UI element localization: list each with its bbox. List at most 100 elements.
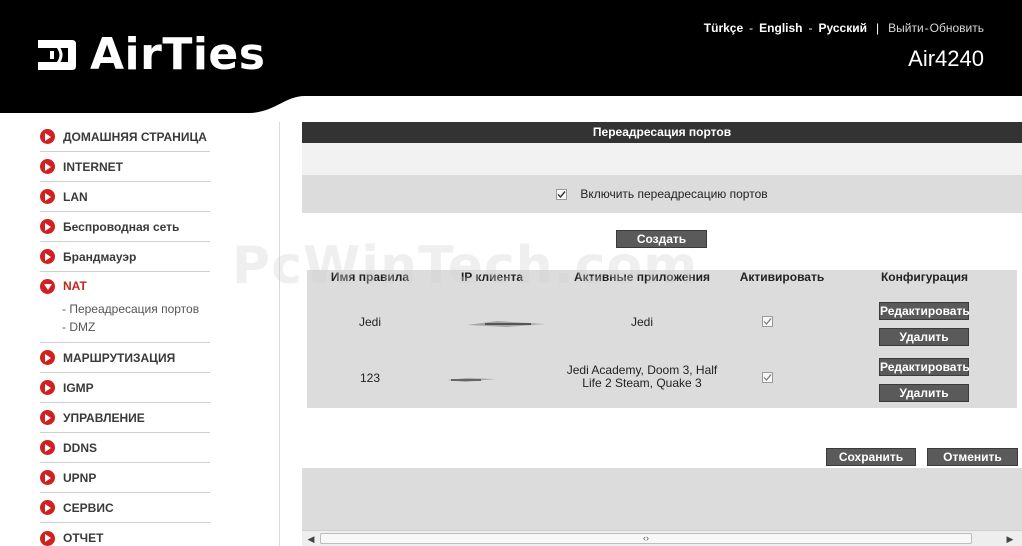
refresh-link[interactable]: Обновить <box>930 21 984 35</box>
cancel-button[interactable]: Отменить <box>927 448 1018 466</box>
rule-name-cell: Jedi <box>358 315 381 329</box>
lang-turkish-link[interactable]: Türkçe <box>704 21 743 35</box>
edit-button[interactable]: Редактировать <box>879 358 970 376</box>
scroll-right-icon[interactable]: ▶ <box>1004 533 1016 545</box>
sidebar-nav: ДОМАШНЯЯ СТРАНИЦА INTERNET LAN Беспровод… <box>40 122 210 546</box>
submenu-item-port-forwarding[interactable]: - Переадресация портов <box>62 300 210 318</box>
sidebar-item-label: IGMP <box>63 380 94 395</box>
spacer <box>302 143 1022 175</box>
submenu-item-dmz[interactable]: - DMZ <box>62 318 210 336</box>
router-admin-page: AirTies Türkçe - English - Русский | Вый… <box>0 0 1022 546</box>
airties-logo-icon <box>38 40 76 70</box>
column-header-rule-name: Имя правила <box>330 270 410 284</box>
sidebar-item-ddns[interactable]: DDNS <box>40 433 210 463</box>
checkmark-icon <box>763 318 771 325</box>
active-apps-cell: Jedi <box>630 315 653 329</box>
lang-english-link[interactable]: English <box>759 21 802 35</box>
activate-checkbox[interactable] <box>761 315 773 327</box>
sidebar-item-label: UPNP <box>63 470 97 485</box>
separator: - <box>808 21 813 35</box>
sidebar-item-label: NAT <box>63 279 87 293</box>
enable-port-forwarding-checkbox[interactable] <box>556 188 568 200</box>
sidebar-item-label: DDNS <box>63 440 98 455</box>
active-apps-line: Life 2 Steam, Quake 3 <box>582 376 702 390</box>
delete-button[interactable]: Удалить <box>879 328 969 346</box>
arrow-right-icon <box>40 249 55 264</box>
rules-table: Имя правила IP клиента Активные приложен… <box>307 270 1017 408</box>
sidebar-item-home[interactable]: ДОМАШНЯЯ СТРАНИЦА <box>40 122 210 152</box>
arrow-down-icon <box>40 278 55 294</box>
sidebar-item-wireless[interactable]: Беспроводная сеть <box>40 212 210 242</box>
arrow-right-icon <box>40 129 55 144</box>
sidebar-item-lan[interactable]: LAN <box>40 182 210 212</box>
sidebar-item-label: Брандмауэр <box>63 249 137 264</box>
sidebar-item-service[interactable]: СЕРВИС <box>40 493 210 523</box>
arrow-right-icon <box>40 380 55 395</box>
arrow-right-icon <box>40 500 55 515</box>
column-header-client-ip: IP клиента <box>460 270 524 284</box>
lang-russian-link[interactable]: Русский <box>819 21 868 35</box>
device-model: Air4240 <box>908 46 984 71</box>
header: AirTies Türkçe - English - Русский | Вый… <box>0 0 1022 114</box>
separator: | <box>876 21 880 35</box>
enable-port-forwarding-label: Включить переадресацию портов <box>580 187 768 201</box>
sidebar-item-report[interactable]: ОТЧЕТ <box>40 523 210 546</box>
sidebar-item-label: СЕРВИС <box>63 500 114 515</box>
table-row: Jedi Jedi Редактировать Удалить <box>307 302 1017 352</box>
edit-button[interactable]: Редактировать <box>879 302 970 320</box>
table-row: 123 Jedi Academy, Doom 3, Half Life 2 St… <box>307 358 1017 408</box>
arrow-right-icon <box>40 159 55 174</box>
sidebar-item-label: ДОМАШНЯЯ СТРАНИЦА <box>63 129 207 144</box>
footer-area <box>302 468 1022 532</box>
save-button[interactable]: Сохранить <box>826 448 916 466</box>
create-row: Создать <box>302 230 1022 248</box>
arrow-right-icon <box>40 530 55 546</box>
sidebar-item-nat[interactable]: NAT <box>40 272 210 300</box>
spacer <box>302 213 1022 230</box>
page-title: Переадресация портов <box>302 122 1022 143</box>
sidebar-item-label: УПРАВЛЕНИЕ <box>63 410 145 425</box>
port-forwarding-panel: Переадресация портов Включить переадреса… <box>302 122 1022 546</box>
checkmark-icon <box>557 190 566 198</box>
checkmark-icon <box>763 374 771 381</box>
sidebar-item-management[interactable]: УПРАВЛЕНИЕ <box>40 403 210 433</box>
arrow-right-icon <box>40 410 55 425</box>
column-header-config: Конфигурация <box>880 270 969 284</box>
sidebar-item-igmp[interactable]: IGMP <box>40 373 210 403</box>
rule-name-cell: 123 <box>359 371 381 385</box>
sidebar-item-routing[interactable]: МАРШРУТИЗАЦИЯ <box>40 343 210 373</box>
sidebar-item-label: МАРШРУТИЗАЦИЯ <box>63 350 176 365</box>
client-ip-redacted <box>447 373 495 382</box>
sidebar-item-internet[interactable]: INTERNET <box>40 152 210 182</box>
sidebar-item-label: INTERNET <box>63 159 123 174</box>
column-header-activate: Активировать <box>739 270 825 284</box>
separator: - <box>749 21 754 35</box>
horizontal-scrollbar[interactable]: ◀ ‹› ▶ <box>302 530 1022 546</box>
active-apps-cell: Jedi Academy, Doom 3, Half Life 2 Steam,… <box>562 364 722 390</box>
sidebar-item-label: LAN <box>63 189 88 204</box>
scrollbar-thumb[interactable]: ‹› <box>320 533 972 544</box>
sidebar-item-label: ОТЧЕТ <box>63 531 104 545</box>
divider <box>279 122 280 546</box>
table-header: Имя правила IP клиента Активные приложен… <box>307 270 1017 284</box>
active-apps-line: Jedi Academy, Doom 3, Half <box>566 363 718 377</box>
scroll-left-icon[interactable]: ◀ <box>305 533 317 545</box>
enable-row: Включить переадресацию портов <box>302 175 1022 213</box>
client-ip-redacted <box>467 317 545 327</box>
separator: - <box>924 21 929 35</box>
delete-button[interactable]: Удалить <box>879 384 969 402</box>
activate-checkbox[interactable] <box>761 371 773 383</box>
sidebar-item-firewall[interactable]: Брандмауэр <box>40 242 210 272</box>
airties-logo: AirTies <box>34 32 265 78</box>
arrow-right-icon <box>40 219 55 234</box>
arrow-right-icon <box>40 350 55 365</box>
create-button[interactable]: Создать <box>616 230 707 248</box>
logo-text: AirTies <box>90 29 266 80</box>
arrow-right-icon <box>40 470 55 485</box>
arrow-right-icon <box>40 440 55 455</box>
logout-link[interactable]: Выйти <box>888 21 924 35</box>
sidebar-item-upnp[interactable]: UPNP <box>40 463 210 493</box>
nat-submenu: - Переадресация портов - DMZ <box>40 300 210 343</box>
sidebar-item-label: Беспроводная сеть <box>63 219 180 234</box>
arrow-right-icon <box>40 189 55 204</box>
